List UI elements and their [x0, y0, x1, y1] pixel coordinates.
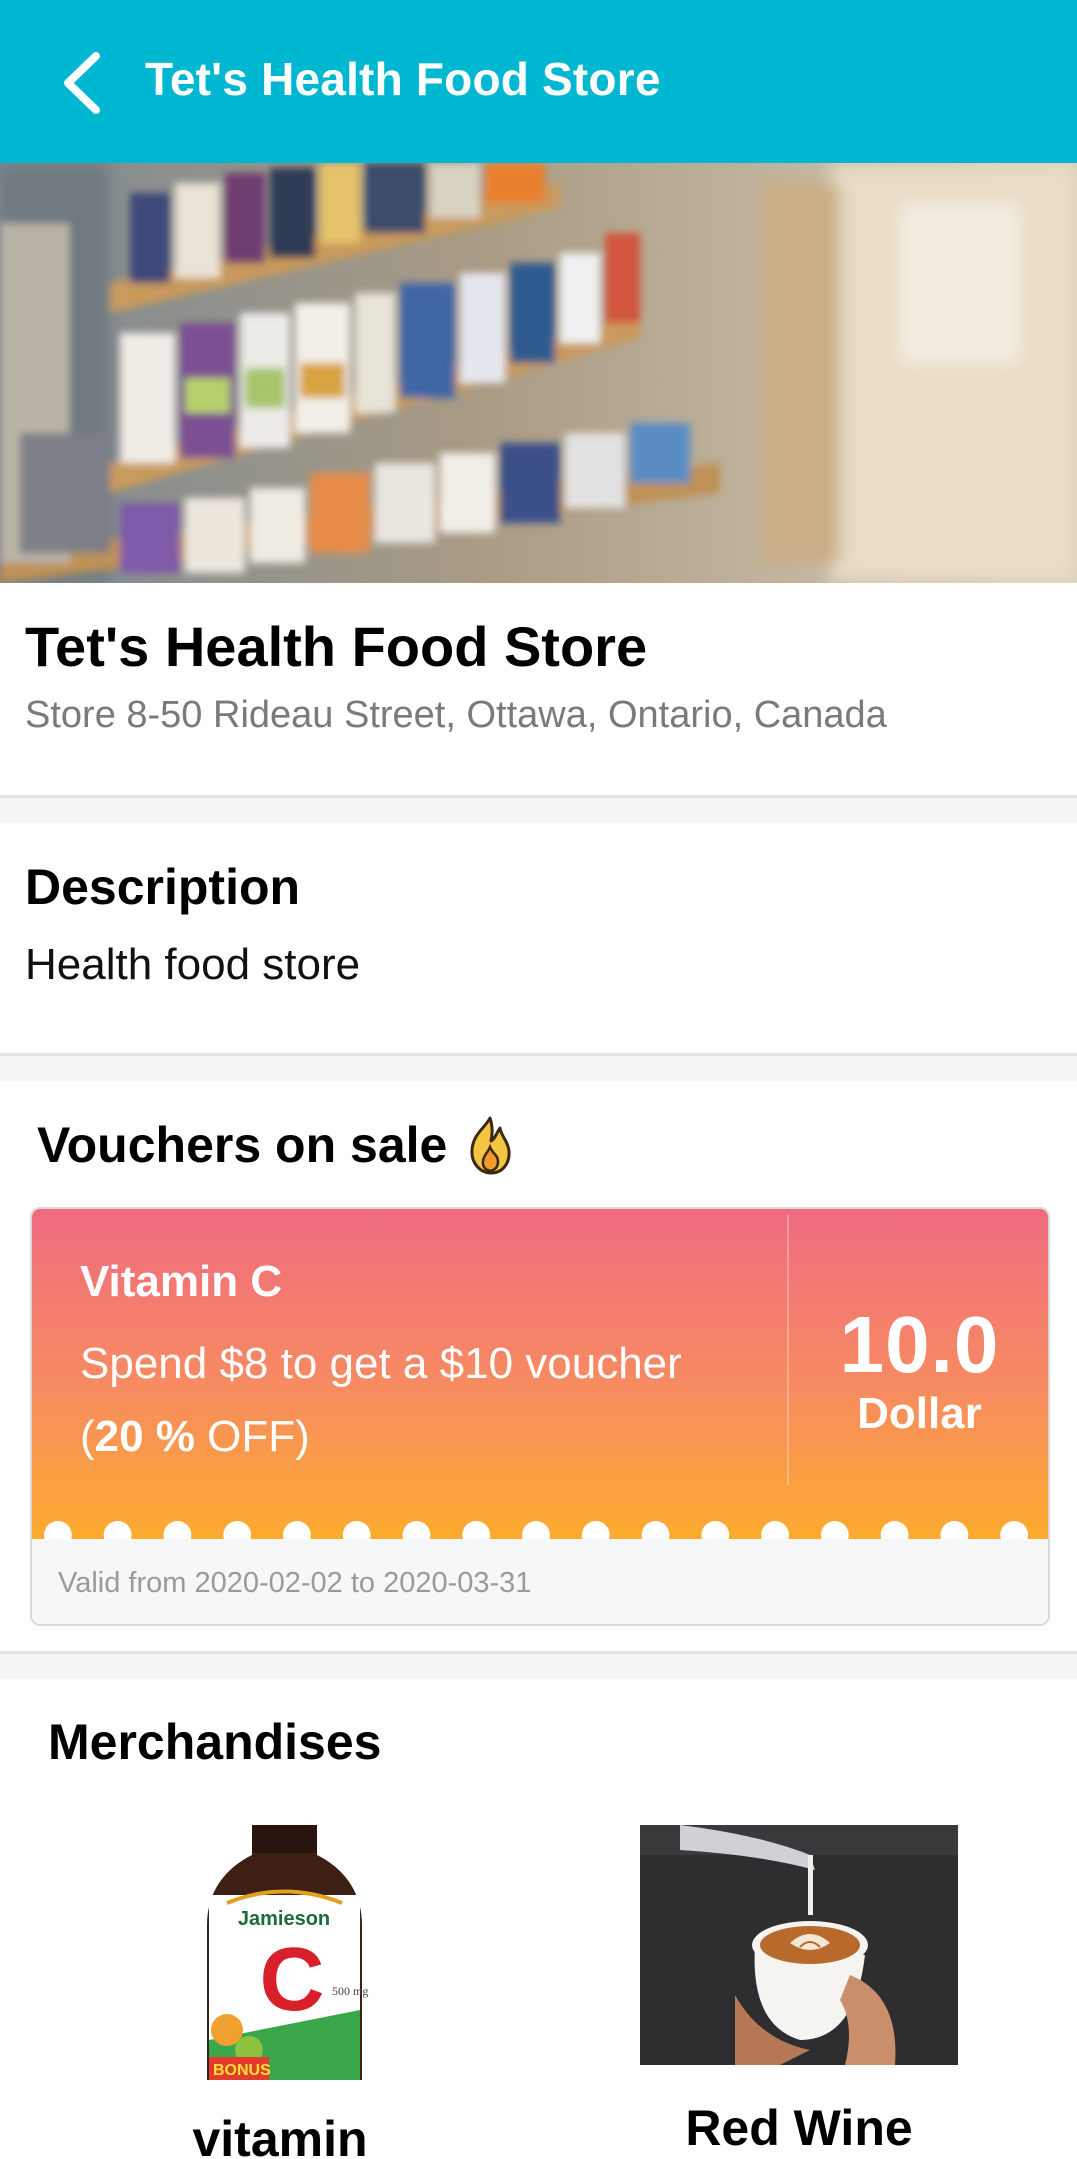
app-bar: Tet's Health Food Store: [0, 0, 1077, 163]
section-divider: [0, 1651, 1077, 1679]
vitamin-bottle-image: Jamieson C 500 mg BONUS: [207, 1825, 368, 2080]
merchandise-heading: Merchandises: [48, 1714, 382, 1770]
store-address: Store 8-50 Rideau Street, Ottawa, Ontari…: [25, 694, 887, 736]
description-heading: Description: [25, 859, 301, 915]
svg-text:C: C: [260, 1930, 325, 2030]
voucher-scallop-edge: [43, 1521, 1029, 1542]
vouchers-heading: Vouchers on sale: [37, 1114, 517, 1176]
latte-cup-image: [640, 1825, 958, 2065]
section-divider: [0, 795, 1077, 823]
page-title: Tet's Health Food Store: [145, 53, 661, 105]
voucher-footer: Valid from 2020-02-02 to 2020-03-31: [32, 1539, 1048, 1624]
back-button[interactable]: [56, 50, 116, 116]
merchandise-item[interactable]: Jamieson C 500 mg BONUS vitamin: [150, 1825, 410, 2159]
voucher-card[interactable]: Vitamin C Spend $8 to get a $10 voucher …: [30, 1207, 1050, 1626]
merchandise-item[interactable]: Red Wine: [640, 1825, 958, 2159]
voucher-validity: Valid from 2020-02-02 to 2020-03-31: [58, 1567, 532, 1599]
merchandise-name: Red Wine: [685, 2100, 913, 2156]
svg-text:Jamieson: Jamieson: [238, 1908, 330, 1930]
voucher-discount-percent: 20 %: [94, 1412, 195, 1461]
voucher-offer: Spend $8 to get a $10 voucher: [80, 1339, 682, 1388]
merchandise-name: vitamin: [192, 2111, 368, 2159]
description-text: Health food store: [25, 940, 361, 989]
chevron-left-icon: [64, 52, 100, 114]
store-hero-image: [0, 163, 1077, 583]
store-name: Tet's Health Food Store: [25, 615, 648, 678]
svg-text:500 mg: 500 mg: [332, 1984, 368, 1998]
vouchers-heading-label: Vouchers on sale: [37, 1117, 448, 1173]
voucher-header: Vitamin C Spend $8 to get a $10 voucher …: [32, 1209, 1048, 1542]
voucher-amount: 10.0: [839, 1300, 1000, 1389]
voucher-unit: Dollar: [857, 1389, 982, 1438]
voucher-discount: (20 % OFF): [80, 1412, 310, 1461]
section-divider: [0, 1053, 1077, 1081]
voucher-name: Vitamin C: [80, 1257, 283, 1306]
svg-text:BONUS: BONUS: [213, 2062, 271, 2079]
flame-icon: [470, 1116, 511, 1175]
